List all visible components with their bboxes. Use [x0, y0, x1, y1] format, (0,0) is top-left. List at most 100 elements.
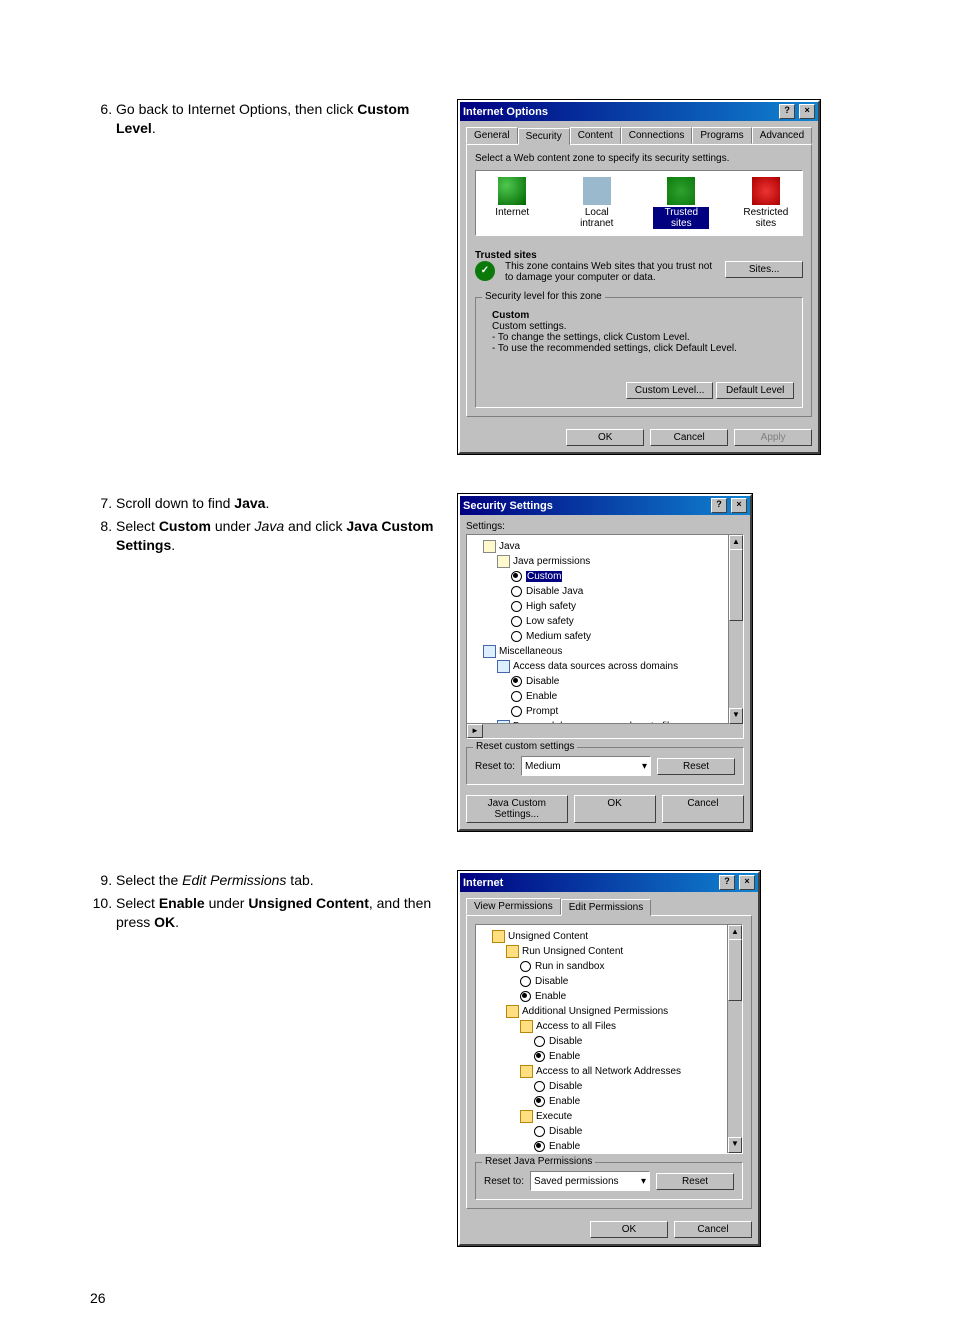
radio-run-disable[interactable]: Disable	[520, 974, 740, 989]
radio-run-enable[interactable]: Enable	[520, 989, 740, 1004]
scroll-down-icon[interactable]: ▼	[728, 1137, 742, 1153]
title-text: Security Settings	[463, 500, 553, 512]
custom-level-button[interactable]: Custom Level...	[626, 382, 713, 399]
radio-access-prompt[interactable]: Prompt	[511, 704, 741, 719]
scroll-right-icon[interactable]: ►	[467, 724, 483, 738]
reset-select[interactable]: Saved permissions ▾	[530, 1171, 650, 1191]
title-text: Internet	[463, 877, 503, 889]
reset-group-label: Reset custom settings	[473, 741, 577, 752]
tab-programs[interactable]: Programs	[692, 127, 751, 144]
radio-net-disable[interactable]: Disable	[534, 1079, 740, 1094]
ok-button[interactable]: OK	[574, 795, 656, 823]
check-icon	[667, 177, 695, 205]
custom-line-3: - To use the recommended settings, click…	[492, 343, 737, 354]
misc-icon	[483, 645, 496, 658]
lock-icon	[506, 945, 519, 958]
ok-button[interactable]: OK	[566, 429, 644, 446]
cancel-button[interactable]: Cancel	[662, 795, 744, 823]
zone-restricted-sites[interactable]: Restricted sites	[738, 177, 794, 229]
chevron-down-icon: ▾	[642, 761, 647, 772]
zone-local-intranet[interactable]: Local intranet	[569, 177, 625, 229]
reset-button[interactable]: Reset	[656, 1173, 734, 1190]
zone-internet[interactable]: Internet	[484, 177, 540, 229]
dialog-internet-permissions: Internet ? × View Permissions Edit Permi…	[458, 871, 760, 1246]
radio-disable-java[interactable]: Disable Java	[511, 584, 741, 599]
lock-icon	[520, 1065, 533, 1078]
security-level-group: Security level for this zone Custom Cust…	[475, 297, 803, 408]
radio-exec-enable[interactable]: Enable	[534, 1139, 740, 1154]
tab-connections[interactable]: Connections	[621, 127, 693, 144]
tab-general[interactable]: General	[466, 127, 518, 144]
custom-line-2: - To change the settings, click Custom L…	[492, 332, 690, 343]
radio-low-safety[interactable]: Low safety	[511, 614, 741, 629]
reset-java-label: Reset Java Permissions	[482, 1156, 595, 1167]
close-icon[interactable]: ×	[739, 875, 755, 890]
intro-text: Select a Web content zone to specify its…	[475, 153, 803, 164]
reset-java-group: Reset Java Permissions Reset to: Saved p…	[475, 1162, 743, 1200]
radio-net-enable[interactable]: Enable	[534, 1094, 740, 1109]
settings-tree[interactable]: Java Java permissions Custom Disable Jav…	[466, 534, 744, 739]
globe-icon	[498, 177, 526, 205]
help-icon[interactable]: ?	[719, 875, 735, 890]
lan-icon	[583, 177, 611, 205]
step-7: Scroll down to find Java.	[116, 494, 440, 513]
lock-icon	[520, 1020, 533, 1033]
dialog-internet-options: Internet Options ? × General Security Co…	[458, 100, 820, 454]
help-icon[interactable]: ?	[779, 104, 795, 119]
tab-advanced[interactable]: Advanced	[752, 127, 812, 144]
custom-heading: Custom	[492, 310, 529, 321]
ok-button[interactable]: OK	[590, 1221, 668, 1238]
reset-button[interactable]: Reset	[657, 758, 735, 775]
scroll-down-icon[interactable]: ▼	[729, 708, 743, 724]
radio-files-disable[interactable]: Disable	[534, 1034, 740, 1049]
scroll-thumb[interactable]	[728, 939, 742, 1001]
close-icon[interactable]: ×	[799, 104, 815, 119]
lock-icon	[506, 1005, 519, 1018]
java-custom-settings-button[interactable]: Java Custom Settings...	[466, 795, 568, 823]
custom-line-1: Custom settings.	[492, 321, 566, 332]
scrollbar-vertical[interactable]: ▲ ▼	[728, 535, 743, 738]
default-level-button[interactable]: Default Level	[716, 382, 794, 399]
radio-files-enable[interactable]: Enable	[534, 1049, 740, 1064]
cancel-button[interactable]: Cancel	[650, 429, 728, 446]
step-9: Select the Edit Permissions tab.	[116, 871, 440, 890]
stop-icon	[752, 177, 780, 205]
step-8: Select Custom under Java and click Java …	[116, 517, 440, 555]
reset-to-label: Reset to:	[484, 1176, 524, 1187]
cancel-button[interactable]: Cancel	[674, 1221, 752, 1238]
close-icon[interactable]: ×	[731, 498, 747, 513]
apply-button[interactable]: Apply	[734, 429, 812, 446]
instruction-block-3: Select the Edit Permissions tab. Select …	[90, 871, 440, 1246]
scroll-thumb[interactable]	[729, 549, 743, 621]
radio-exec-disable[interactable]: Disable	[534, 1124, 740, 1139]
scrollbar-horizontal[interactable]: ◄ ►	[467, 723, 729, 738]
java-perm-icon	[497, 555, 510, 568]
help-icon[interactable]: ?	[711, 498, 727, 513]
zone-trusted-sites[interactable]: Trusted sites	[653, 177, 709, 229]
zone-picker: Internet Local intranet Trusted sites Re…	[475, 170, 803, 236]
radio-medium-safety[interactable]: Medium safety	[511, 629, 741, 644]
radio-run-sandbox[interactable]: Run in sandbox	[520, 959, 740, 974]
tab-content[interactable]: Content	[570, 127, 621, 144]
tab-edit-permissions[interactable]: Edit Permissions	[561, 899, 651, 916]
java-icon	[483, 540, 496, 553]
sites-button[interactable]: Sites...	[725, 261, 803, 278]
lock-icon	[520, 1110, 533, 1123]
reset-select[interactable]: Medium ▾	[521, 756, 651, 776]
settings-label: Settings:	[466, 521, 744, 532]
tab-strip: General Security Content Connections Pro…	[460, 121, 818, 144]
step-10: Select Enable under Unsigned Content, an…	[116, 894, 440, 932]
title-text: Internet Options	[463, 106, 548, 118]
permissions-tree[interactable]: Unsigned Content Run Unsigned Content Ru…	[475, 924, 743, 1154]
radio-high-safety[interactable]: High safety	[511, 599, 741, 614]
radio-custom[interactable]: Custom	[511, 569, 741, 584]
radio-access-disable[interactable]: Disable	[511, 674, 741, 689]
tab-strip: View Permissions Edit Permissions	[460, 892, 758, 915]
tab-view-permissions[interactable]: View Permissions	[466, 898, 561, 915]
radio-access-enable[interactable]: Enable	[511, 689, 741, 704]
tab-security[interactable]: Security	[518, 128, 570, 145]
scrollbar-vertical[interactable]: ▲ ▼	[727, 925, 742, 1153]
shield-check-icon: ✓	[475, 261, 495, 281]
instruction-block-1: Go back to Internet Options, then click …	[90, 100, 440, 454]
reset-group: Reset custom settings Reset to: Medium ▾…	[466, 747, 744, 785]
